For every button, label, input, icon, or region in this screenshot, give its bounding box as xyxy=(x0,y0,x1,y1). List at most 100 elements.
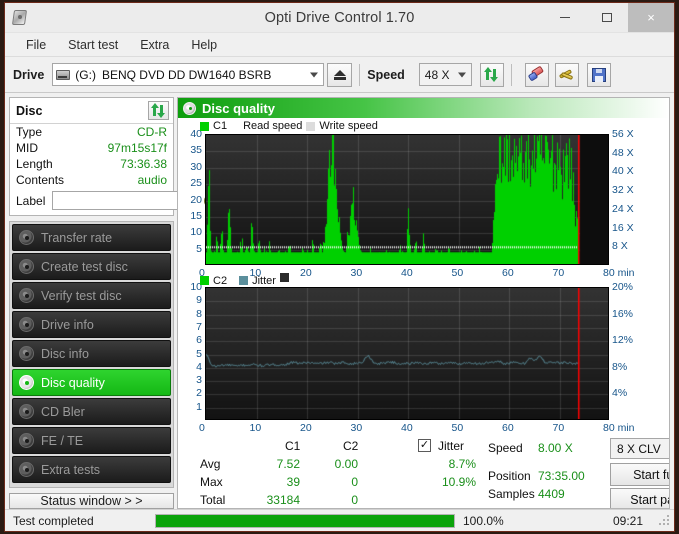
disc-icon xyxy=(19,317,34,332)
disc-icon xyxy=(19,346,34,361)
sidebar-item-drive-info[interactable]: Drive info xyxy=(12,311,171,338)
c1-y-tick: 35 xyxy=(190,144,202,157)
window-controls: × xyxy=(544,3,674,32)
legend-label-read-speed: Read speed xyxy=(243,120,303,132)
refresh-button[interactable] xyxy=(479,62,504,87)
sidebar-label: Disc info xyxy=(41,346,89,361)
c2-y-tick: 10 xyxy=(190,281,202,293)
row-max-c1: 39 xyxy=(286,475,300,489)
menu-item-file[interactable]: File xyxy=(15,36,57,54)
header-jitter: Jitter xyxy=(438,439,465,453)
disc-icon xyxy=(19,375,34,390)
test-speed-select[interactable]: 8 X CLV xyxy=(610,438,669,459)
row-max-c2: 0 xyxy=(351,475,358,489)
maximize-button[interactable] xyxy=(586,3,628,32)
c1-canvas xyxy=(206,135,608,264)
c2-y2-tick: 4% xyxy=(612,387,628,400)
sidebar-label: Disc quality xyxy=(41,375,105,390)
disc-icon xyxy=(19,230,34,245)
c1-y-tick: 30 xyxy=(190,160,202,173)
speed-key: Speed xyxy=(488,441,523,455)
c2-x-tick: 50 xyxy=(451,422,464,434)
drive-select[interactable]: (G:) BENQ DVD DD DW1640 BSRB xyxy=(52,63,325,86)
progress-bar xyxy=(155,513,455,528)
drive-icon xyxy=(56,68,71,81)
disc-panel-header: Disc xyxy=(10,98,173,124)
c1-y2-tick: 40 X xyxy=(612,165,634,178)
c2-plot[interactable] xyxy=(205,287,609,420)
minimize-button[interactable] xyxy=(544,3,586,32)
eject-button[interactable] xyxy=(327,62,353,87)
samples-key: Samples xyxy=(488,487,535,501)
c1-y2-tick: 32 X xyxy=(612,184,634,197)
stats-panel: C1 C2 ✓ Jitter Avg 7.52 0.00 8.7% Max 39… xyxy=(178,434,669,508)
sidebar-label: Verify test disc xyxy=(41,288,122,303)
c2-y-tick: 9 xyxy=(196,294,202,307)
disc-row-type: Type CD-R xyxy=(10,124,173,140)
c1-x-tick: 30 xyxy=(350,267,363,279)
jitter-checkbox[interactable]: ✓ xyxy=(418,439,431,452)
stats-run-panel: Speed 8.00 X Position 73:35.00 Samples 4… xyxy=(488,436,669,508)
disc-refresh-button[interactable] xyxy=(148,101,169,120)
sidebar-item-extra-tests[interactable]: Extra tests xyxy=(12,456,171,483)
start-full-button[interactable]: Start full xyxy=(610,463,669,486)
save-icon xyxy=(591,67,606,82)
disc-label-row: Label xyxy=(10,188,220,215)
charts-area: C1 Read speed Write speed 40 35 30 25 20 15 10… xyxy=(178,118,669,434)
row-avg-jitter: 8.7% xyxy=(448,457,476,471)
drive-name: BENQ DVD DD DW1640 BSRB xyxy=(101,67,272,82)
status-window-button[interactable]: Status window > > xyxy=(9,493,174,509)
erase-button[interactable] xyxy=(524,62,549,87)
c2-legend: C2 Jitter xyxy=(200,273,289,288)
sidebar-item-disc-info[interactable]: Disc info xyxy=(12,340,171,367)
menu-item-extra[interactable]: Extra xyxy=(129,36,180,54)
c2-y-tick: 5 xyxy=(196,347,202,360)
title-bar: Opti Drive Control 1.70 × xyxy=(5,3,674,33)
toolbar-separator-2 xyxy=(510,63,512,86)
settings-button[interactable] xyxy=(554,62,579,87)
disc-icon xyxy=(19,288,34,303)
legend-label-c1: C1 xyxy=(213,120,228,132)
c2-y2-tick: 8% xyxy=(612,360,628,373)
sidebar-item-fe-te[interactable]: FE / TE xyxy=(12,427,171,454)
c1-x-tick: 80 min xyxy=(603,267,635,279)
start-part-button[interactable]: Start part xyxy=(610,488,669,508)
speed-value: 48 X xyxy=(424,67,450,82)
disc-contents-value: audio xyxy=(137,173,167,187)
legend-swatch-write-speed xyxy=(306,121,316,131)
c1-x-tick: 40 xyxy=(401,267,413,279)
menu-item-help[interactable]: Help xyxy=(180,36,228,54)
speed-select[interactable]: 48 X xyxy=(418,63,472,86)
c1-x-tick: 50 xyxy=(451,267,464,279)
disc-icon xyxy=(19,462,34,477)
tools-icon xyxy=(558,67,575,82)
sidebar-item-verify-test-disc[interactable]: Verify test disc xyxy=(12,282,171,309)
close-button[interactable]: × xyxy=(628,3,674,32)
c1-y-tick: 15 xyxy=(190,209,202,222)
resize-grip[interactable] xyxy=(659,514,671,527)
disc-contents-label: Contents xyxy=(16,173,65,187)
c2-x-tick: 40 xyxy=(401,422,413,434)
disc-panel-title: Disc xyxy=(16,103,43,118)
c1-plot[interactable] xyxy=(205,134,609,265)
stats-error-table: C1 C2 ✓ Jitter Avg 7.52 0.00 8.7% Max 39… xyxy=(188,436,488,507)
sidebar-item-create-test-disc[interactable]: Create test disc xyxy=(12,253,171,280)
test-nav-list: Transfer rate Create test disc Verify te… xyxy=(9,221,174,488)
sidebar-item-disc-quality[interactable]: Disc quality xyxy=(12,369,171,396)
main-body: Disc Type CD-R MID 97m15s17f Length 73:3… xyxy=(5,93,674,509)
elapsed-time: 09:21 xyxy=(612,513,643,528)
sidebar-item-transfer-rate[interactable]: Transfer rate xyxy=(12,224,171,251)
c2-y-tick: 6 xyxy=(196,334,202,347)
legend-swatch-c1 xyxy=(200,121,209,131)
sidebar-item-cd-bler[interactable]: CD Bler xyxy=(12,398,171,425)
position-key: Position xyxy=(488,469,531,483)
c2-y2-tick: 12% xyxy=(612,334,634,347)
row-avg-label: Avg xyxy=(200,457,221,471)
menu-item-start-test[interactable]: Start test xyxy=(57,36,129,54)
toolbar-separator-1 xyxy=(359,63,361,86)
save-button[interactable] xyxy=(586,62,611,87)
c1-y2-tick: 16 X xyxy=(612,221,634,234)
speed-value: 8.00 X xyxy=(538,441,573,455)
drive-label: Drive xyxy=(13,67,45,82)
legend-swatch-c2 xyxy=(200,276,209,285)
